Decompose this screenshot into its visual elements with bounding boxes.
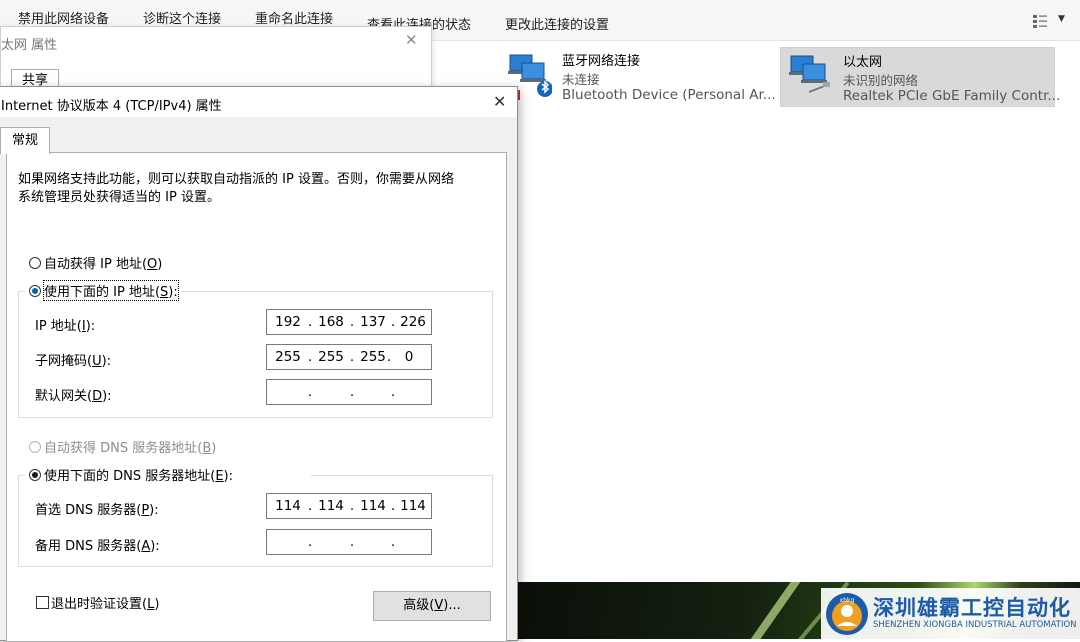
manual-ip-radio[interactable] (29, 285, 41, 297)
ethernet-network-icon (789, 55, 830, 93)
auto-dns-radio (29, 441, 41, 453)
mask-octet-2[interactable]: 255 (316, 349, 346, 365)
general-tab-panel: 如果网络支持此功能，则可以获取自动指派的 IP 设置。否则，你需要从网络 系统管… (6, 152, 507, 642)
watermark-english: SHENZHEN XIONGBA INDUSTRIAL AUTOMATION (873, 620, 1077, 630)
dns1-octet-3[interactable]: 114 (358, 498, 388, 514)
connection-status: 未识别的网络 (843, 73, 919, 88)
dns1-octet-1[interactable]: 114 (273, 498, 303, 514)
connection-name: 以太网 (843, 55, 883, 70)
ip-address-label: IP 地址(I): (35, 319, 96, 334)
tab-general[interactable]: 常规 (0, 127, 50, 154)
mask-octet-1[interactable]: 255 (273, 349, 303, 365)
dropdown-arrow-icon: ▼ (1058, 14, 1065, 24)
watermark-logo: xbkg 深圳雄霸工控自动化 SHENZHEN XIONGBA INDUSTRI… (821, 588, 1080, 639)
dialog-title: 太网 属性 (1, 38, 58, 53)
auto-ip-radio[interactable] (29, 257, 41, 269)
mask-octet-3[interactable]: 255 (358, 349, 388, 365)
change-settings-command[interactable]: 更改此连接的设置 (505, 14, 609, 33)
manual-ip-label[interactable]: 使用下面的 IP 地址(S): (43, 280, 179, 301)
preferred-dns-field[interactable]: 114 . 114 . 114 . 114 (266, 493, 432, 519)
validate-on-exit-label[interactable]: 退出时验证设置(L) (51, 593, 159, 612)
connection-item-bluetooth[interactable]: 蓝牙网络连接 未连接 Bluetooth Device (Personal Ar… (500, 47, 776, 105)
auto-ip-label[interactable]: 自动获得 IP 地址(O) (44, 253, 162, 272)
default-gateway-field[interactable]: . . . (266, 379, 432, 405)
ip-address-field[interactable]: 192 . 168 . 137 . 226 (266, 309, 432, 335)
description-line-2: 系统管理员处获得适当的 IP 设置。 (18, 190, 220, 205)
connection-device: Realtek PCIe GbE Family Contr... (843, 88, 1061, 104)
dns1-octet-2[interactable]: 114 (316, 498, 346, 514)
description-text: 如果网络支持此功能，则可以获取自动指派的 IP 设置。否则，你需要从网络 系统管… (18, 171, 488, 207)
auto-dns-label: 自动获得 DNS 服务器地址(B) (44, 441, 217, 456)
mask-octet-4[interactable]: 0 (394, 349, 424, 365)
validate-on-exit-checkbox[interactable] (36, 596, 49, 609)
advanced-button[interactable]: 高级(V)... (373, 591, 491, 621)
dialog-title: Internet 协议版本 4 (TCP/IPv4) 属性 (1, 99, 222, 114)
watermark-chinese: 深圳雄霸工控自动化 (873, 596, 1071, 620)
connection-device: Bluetooth Device (Personal Ar... (562, 87, 776, 103)
alternate-dns-field[interactable]: . . . (266, 529, 432, 555)
rename-connection-command[interactable]: 重命名此连接 (255, 8, 333, 27)
subnet-mask-label: 子网掩码(U): (35, 354, 112, 369)
close-icon[interactable]: ✕ (405, 31, 418, 49)
connection-item-ethernet[interactable]: 以太网 未识别的网络 Realtek PCIe GbE Family Contr… (780, 47, 1060, 107)
manual-dns-label[interactable]: 使用下面的 DNS 服务器地址(E): (44, 465, 233, 484)
connection-name: 蓝牙网络连接 (562, 54, 641, 69)
ip-octet-1[interactable]: 192 (273, 314, 303, 330)
preferred-dns-label: 首选 DNS 服务器(P): (35, 503, 159, 518)
disable-device-command[interactable]: 禁用此网络设备 (18, 8, 109, 27)
view-options-button[interactable]: ▼ (1032, 14, 1072, 30)
close-icon[interactable]: ✕ (493, 92, 506, 111)
ip-octet-2[interactable]: 168 (316, 314, 346, 330)
company-logo-icon: xbkg (826, 593, 868, 635)
ip-octet-3[interactable]: 137 (358, 314, 388, 330)
connection-status: 未连接 (562, 72, 600, 87)
ipv4-properties-dialog: Internet 协议版本 4 (TCP/IPv4) 属性 ✕ 常规 如果网络支… (0, 86, 518, 642)
svg-text:xbkg: xbkg (840, 597, 855, 604)
default-gateway-label: 默认网关(D): (35, 389, 112, 404)
dialog-titlebar: Internet 协议版本 4 (TCP/IPv4) 属性 ✕ (0, 87, 517, 117)
view-layout-icon (1033, 15, 1047, 28)
manual-dns-radio[interactable] (29, 469, 41, 481)
ip-octet-4[interactable]: 226 (398, 314, 428, 330)
dns1-octet-4[interactable]: 114 (398, 498, 428, 514)
description-line-1: 如果网络支持此功能，则可以获取自动指派的 IP 设置。否则，你需要从网络 (18, 172, 454, 187)
diagnose-connection-command[interactable]: 诊断这个连接 (143, 8, 221, 27)
subnet-mask-field[interactable]: 255 . 255 . 255 . 0 (266, 344, 432, 370)
alternate-dns-label: 备用 DNS 服务器(A): (35, 539, 160, 554)
